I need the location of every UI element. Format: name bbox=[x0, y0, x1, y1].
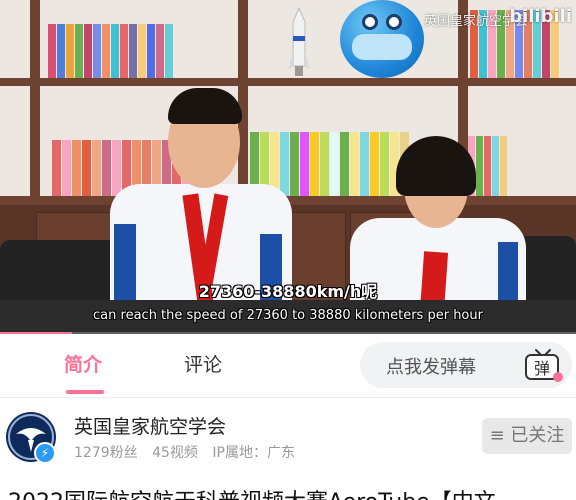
tab-comments[interactable]: 评论 bbox=[184, 350, 222, 377]
lightning-icon: ⚡ bbox=[34, 442, 56, 464]
danmaku-placeholder: 点我发弹幕 bbox=[386, 357, 476, 378]
face-mask bbox=[352, 34, 412, 60]
eye bbox=[362, 14, 378, 30]
uploader-meta: 1279粉丝 45视频 IP属地：广东 bbox=[74, 442, 305, 462]
video-player[interactable]: 英国皇家航空学会 bilibili 27360-38880km/h呢 can r… bbox=[0, 0, 576, 334]
hair bbox=[168, 88, 242, 124]
globe-mascot bbox=[340, 0, 424, 78]
video-count: 45视频 bbox=[152, 445, 198, 461]
shelf-post bbox=[30, 0, 40, 205]
tab-intro[interactable]: 简介 bbox=[64, 350, 102, 377]
danmaku-input[interactable]: 点我发弹幕 弹 bbox=[360, 342, 572, 388]
tab-active-underline bbox=[66, 390, 104, 394]
uploader-name[interactable]: 英国皇家航空学会 bbox=[74, 412, 226, 439]
danmaku-button-label: 弹 bbox=[534, 359, 550, 378]
rocket-model bbox=[288, 8, 310, 76]
books bbox=[48, 24, 178, 78]
hair bbox=[396, 136, 476, 196]
ip-location: IP属地：广东 bbox=[212, 445, 295, 461]
follower-count: 1279粉丝 bbox=[74, 445, 138, 461]
follow-button[interactable]: ≡ 已关注 bbox=[482, 418, 572, 454]
danmaku-icon[interactable]: 弹 bbox=[522, 348, 564, 382]
subtitle-main: 27360-38880km/h呢 bbox=[198, 282, 378, 301]
uploader-section: ⚡ 英国皇家航空学会 1279粉丝 45视频 IP属地：广东 ≡ 已关注 bbox=[0, 398, 576, 478]
app-root: 英国皇家航空学会 bilibili 27360-38880km/h呢 can r… bbox=[0, 0, 576, 500]
video-title: 2022国际航空航天科普视频大赛AeroTube【中文 bbox=[8, 484, 496, 500]
eye bbox=[386, 14, 402, 30]
bilibili-logo: bilibili bbox=[509, 6, 572, 27]
subtitle-english: can reach the speed of 27360 to 38880 ki… bbox=[93, 308, 483, 323]
